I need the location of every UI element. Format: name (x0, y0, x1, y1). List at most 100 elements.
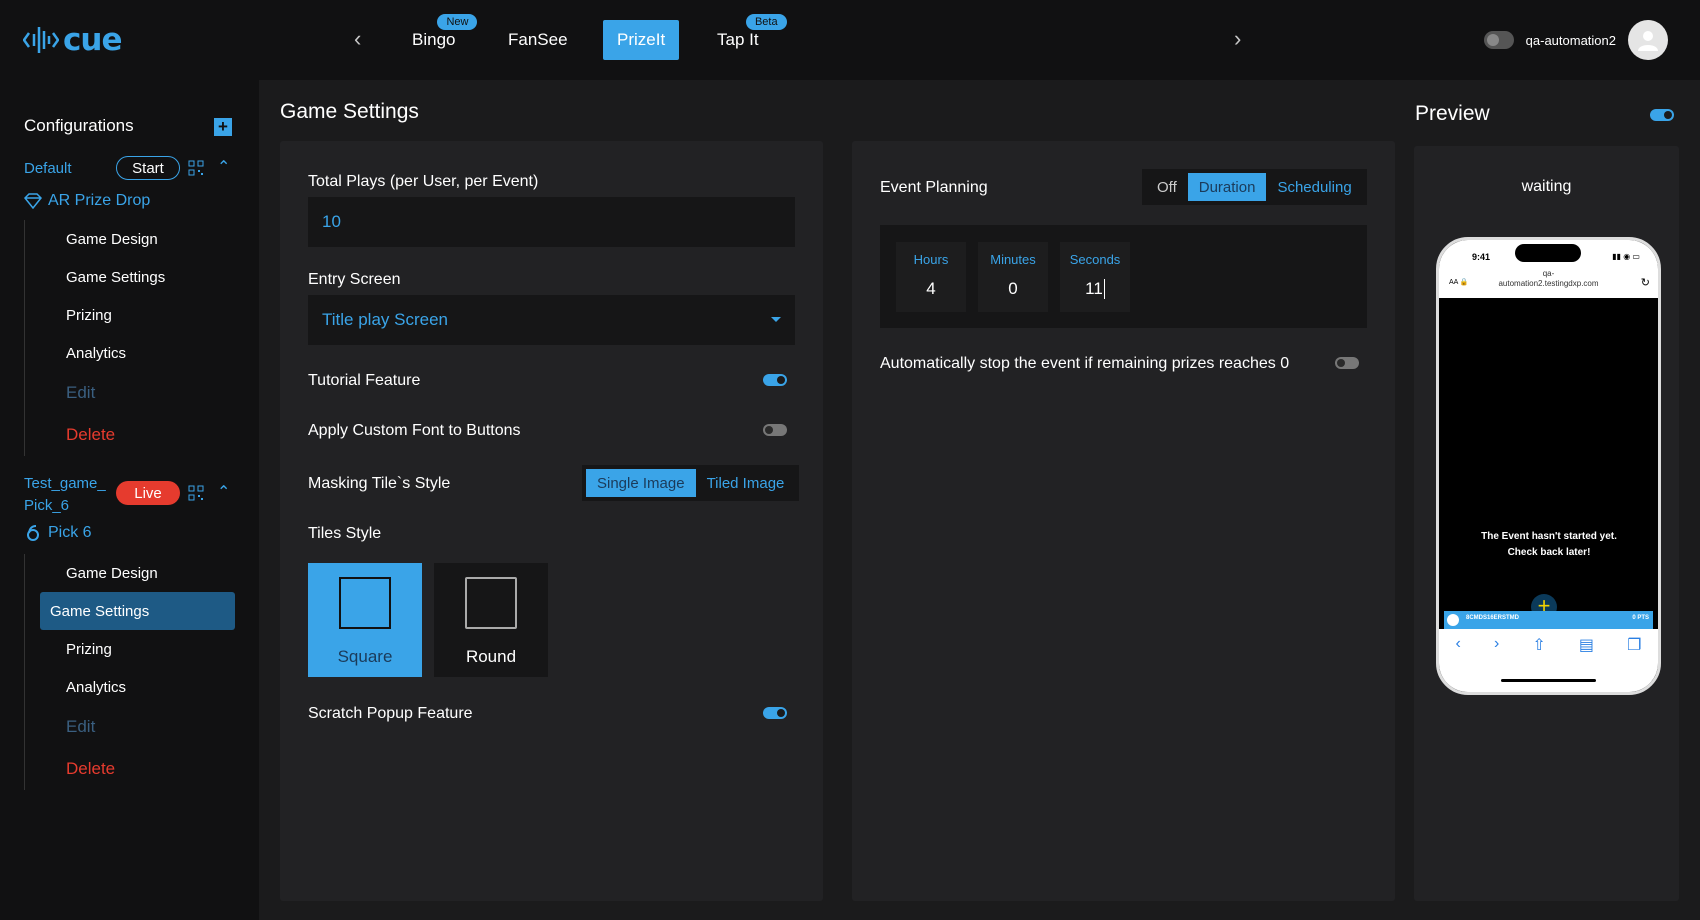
hours-field[interactable]: Hours 4 (896, 242, 966, 312)
config-name[interactable]: Default (24, 160, 72, 177)
tabs-icon: ❐ (1627, 637, 1642, 654)
preview-toggle[interactable] (1650, 109, 1674, 121)
seconds-field[interactable]: Seconds 11 (1060, 242, 1130, 312)
autostop-label: Automatically stop the event if remainin… (880, 355, 1290, 372)
audio-wave-icon (23, 27, 59, 53)
phone-footer-bar: 8CMDS16ERSTMD 0 PTS (1444, 611, 1653, 629)
game-type-pick-6: Pick 6 (24, 524, 92, 542)
game-settings-card: Total Plays (per User, per Event) 10 Ent… (280, 141, 823, 901)
mode-off[interactable]: Off (1146, 173, 1188, 201)
custom-font-label: Apply Custom Font to Buttons (308, 422, 521, 439)
seconds-label: Seconds (1069, 252, 1121, 267)
game-type-ar-prize-drop: AR Prize Drop (24, 192, 150, 210)
tile-square-option[interactable]: Square (308, 563, 422, 677)
minutes-label: Minutes (990, 252, 1036, 267)
logo-text: cue (63, 22, 122, 58)
mode-scheduling[interactable]: Scheduling (1266, 173, 1362, 201)
info-icon (1447, 614, 1459, 626)
theme-toggle[interactable] (1483, 31, 1514, 49)
tab-label: Bingo (412, 30, 456, 49)
tab-fansee[interactable]: FanSee (494, 20, 582, 60)
rounded-square-icon (465, 577, 517, 629)
diamond-icon (24, 193, 42, 209)
tile-label: Square (337, 647, 393, 666)
start-button[interactable]: Start (116, 156, 180, 180)
config-name-line1: Test_game_ (24, 475, 106, 492)
menu-analytics[interactable]: Analytics (40, 334, 235, 372)
mode-duration[interactable]: Duration (1187, 173, 1267, 201)
dropdown-caret-icon (771, 317, 781, 322)
nav-next-arrow-icon[interactable]: › (1234, 26, 1241, 52)
username: qa-automation2 (1525, 32, 1616, 48)
pick6-icon (27, 525, 39, 541)
collapse-chevron-icon[interactable]: ⌃ (217, 157, 230, 177)
forward-icon: › (1493, 635, 1500, 652)
phone-browser-bar: 9:41 ▮▮ ◉ ▭ AA 🔒 qa- automation2.testing… (1439, 240, 1658, 298)
tile-round-option[interactable]: Round (434, 563, 548, 677)
custom-font-toggle[interactable] (763, 424, 787, 436)
menu-delete[interactable]: Delete (40, 414, 235, 456)
tab-bingo[interactable]: Bingo New (398, 14, 478, 60)
config-menu: Game Design Game Settings Prizing Analyt… (24, 220, 235, 456)
menu-edit[interactable]: Edit (40, 706, 235, 748)
phone-notch (1515, 244, 1581, 262)
phone-safari-toolbar: ‹ › ⇧ ▤ ❐ (1439, 629, 1658, 692)
user-menu: qa-automation2 (1483, 20, 1668, 60)
nav-prev-arrow-icon[interactable]: ‹ (354, 26, 361, 52)
scratch-popup-label: Scratch Popup Feature (308, 705, 473, 722)
event-planning-label: Event Planning (880, 179, 988, 196)
masking-tiled-image[interactable]: Tiled Image (696, 469, 796, 497)
phone-url-line2: automation2.testingdxp.com (1498, 279, 1599, 288)
tab-tapit[interactable]: Tap It Beta (703, 14, 787, 60)
hours-value: 4 (926, 279, 936, 298)
menu-prizing[interactable]: Prizing (40, 630, 235, 668)
menu-delete[interactable]: Delete (40, 748, 235, 790)
add-config-button[interactable]: + (214, 118, 232, 136)
tab-label: PrizeIt (617, 30, 666, 49)
config-name-line2: Pick_6 (24, 497, 70, 514)
tiles-style-label: Tiles Style (308, 525, 382, 542)
sidebar: Configurations + Default Start ⌃ AR Priz… (0, 80, 259, 920)
new-badge: New (437, 14, 478, 30)
menu-game-settings[interactable]: Game Settings (40, 592, 235, 630)
phone-url: qa- automation2.testingdxp.com (1439, 269, 1658, 289)
menu-game-design[interactable]: Game Design (40, 554, 235, 592)
page-title: Game Settings (280, 100, 419, 123)
beta-badge: Beta (745, 14, 787, 30)
autostop-toggle[interactable] (1335, 357, 1359, 369)
bookmarks-icon: ▤ (1578, 637, 1595, 654)
entry-screen-label: Entry Screen (308, 271, 401, 288)
minutes-value: 0 (1008, 279, 1018, 298)
phone-event-message: The Event hasn't started yet. Check back… (1481, 531, 1617, 558)
menu-game-settings[interactable]: Game Settings (40, 258, 235, 296)
config-name[interactable]: Test_game_ Pick_6 (24, 473, 106, 517)
tab-label: FanSee (508, 30, 568, 49)
game-type-label: Pick 6 (48, 524, 92, 541)
entry-screen-select[interactable]: Title play Screen (308, 295, 795, 345)
menu-prizing[interactable]: Prizing (40, 296, 235, 334)
live-status-badge[interactable]: Live (116, 481, 180, 505)
scratch-popup-toggle[interactable] (763, 707, 787, 719)
entry-screen-value: Title play Screen (322, 310, 448, 329)
tab-prizeit[interactable]: PrizeIt (603, 20, 680, 60)
user-icon (1638, 31, 1658, 51)
tutorial-toggle[interactable] (763, 374, 787, 386)
qr-code-icon[interactable] (188, 160, 204, 176)
menu-analytics[interactable]: Analytics (40, 668, 235, 706)
avatar[interactable] (1628, 20, 1668, 60)
qr-code-icon[interactable] (188, 485, 204, 501)
masking-style-segmented: Single Image Tiled Image (582, 465, 800, 501)
phone-url-line1: qa- (1542, 269, 1555, 278)
collapse-chevron-icon[interactable]: ⌃ (217, 482, 230, 502)
cue-logo[interactable]: cue (23, 22, 122, 58)
masking-single-image[interactable]: Single Image (586, 469, 696, 497)
menu-game-design[interactable]: Game Design (40, 220, 235, 258)
menu-edit[interactable]: Edit (40, 372, 235, 414)
phone-mockup: 9:41 ▮▮ ◉ ▭ AA 🔒 qa- automation2.testing… (1436, 237, 1661, 695)
hours-label: Hours (913, 252, 949, 267)
config-menu: Game Design Game Settings Prizing Analyt… (24, 554, 235, 790)
preview-title: Preview (1415, 102, 1490, 125)
total-plays-input[interactable]: 10 (308, 197, 795, 247)
phone-footer-code: 8CMDS16ERSTMD (1466, 615, 1520, 621)
minutes-field[interactable]: Minutes 0 (978, 242, 1048, 312)
